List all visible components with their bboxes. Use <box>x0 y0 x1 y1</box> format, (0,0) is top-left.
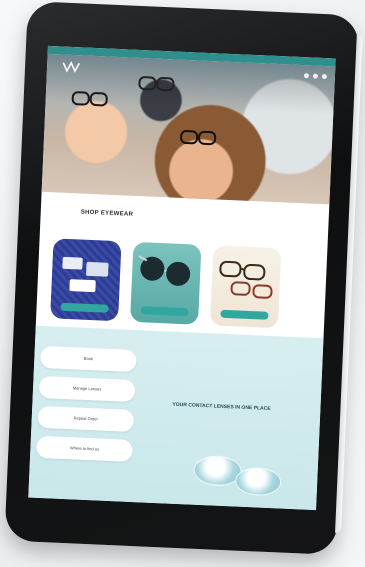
tablet-screen: SHOP EYEWEAR Book Manage Lenses Repeat O… <box>28 45 336 511</box>
logo-mark-icon <box>62 61 80 73</box>
card-button[interactable] <box>60 302 109 313</box>
glasses-back-left <box>138 75 157 91</box>
logo-icon[interactable] <box>57 60 88 77</box>
menu-item-book[interactable]: Book <box>39 345 137 373</box>
card-button[interactable] <box>140 306 189 317</box>
menu-icon[interactable] <box>321 73 328 80</box>
lens-box-icon <box>62 256 83 270</box>
menu-item-where-to-find-us[interactable]: Where to find us <box>36 435 133 462</box>
product-cards <box>50 238 314 337</box>
side-menu: Book Manage Lenses Repeat Order Where to… <box>36 345 141 470</box>
contact-lens-icon <box>234 466 282 497</box>
cart-icon[interactable] <box>312 73 319 79</box>
logo-text <box>57 75 87 76</box>
eyeglass-frames-icon <box>219 260 273 299</box>
lens-box-icon <box>86 261 109 277</box>
hero-image <box>41 53 336 205</box>
tablet-device: SHOP EYEWEAR Book Manage Lenses Repeat O… <box>4 1 363 555</box>
glasses-back-right <box>156 76 175 92</box>
promo-text <box>172 422 282 427</box>
glasses-right-lens <box>89 91 109 107</box>
menu-item-manage-lenses[interactable]: Manage Lenses <box>38 375 136 403</box>
glasses-center-left <box>179 129 199 145</box>
contact-lens-section: Book Manage Lenses Repeat Order Where to… <box>28 325 324 511</box>
menu-item-repeat-order[interactable]: Repeat Order <box>37 405 135 433</box>
search-icon[interactable] <box>303 73 310 79</box>
promo-title: YOUR CONTACT LENSES IN ONE PLACE <box>172 401 271 412</box>
sunglasses-icon <box>138 255 191 286</box>
card-button[interactable] <box>220 309 269 320</box>
glasses-center-right <box>197 130 217 146</box>
card-sunglasses[interactable] <box>130 241 202 325</box>
lens-box-icon <box>69 279 96 293</box>
card-frames[interactable] <box>209 245 282 329</box>
card-contact-lenses[interactable] <box>50 238 122 322</box>
section-description <box>191 210 301 215</box>
glasses-left-lens <box>71 91 91 106</box>
nav-icons <box>303 73 328 80</box>
section-title: SHOP EYEWEAR <box>80 209 134 218</box>
